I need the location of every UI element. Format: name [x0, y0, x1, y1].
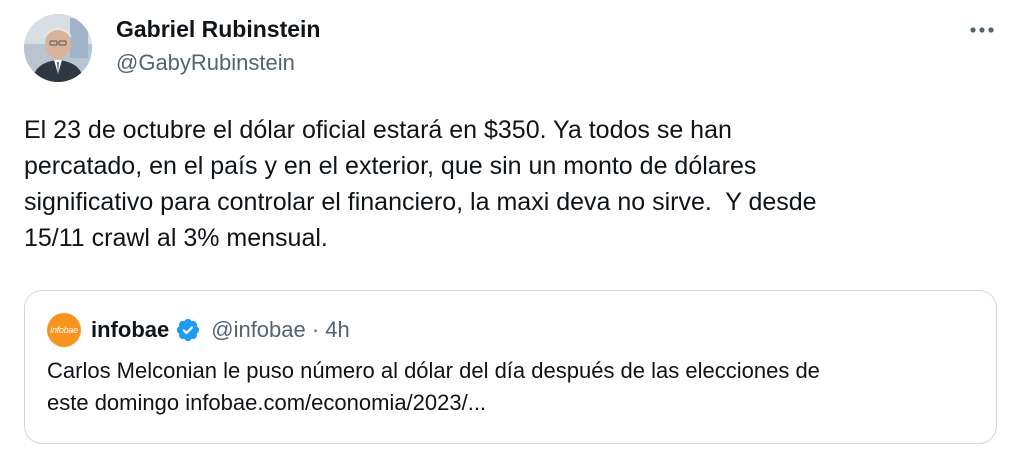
quoted-author-name[interactable]: infobae — [91, 317, 169, 343]
author-avatar[interactable] — [24, 14, 92, 82]
verified-badge-icon — [177, 318, 200, 342]
tweet-text: El 23 de octubre el dólar oficial estará… — [24, 116, 817, 252]
profile-photo-icon — [24, 14, 92, 82]
author-handle[interactable]: @GabyRubinstein — [116, 50, 295, 76]
infobae-logo[interactable]: infobae — [47, 313, 81, 347]
more-options-button[interactable] — [964, 16, 1000, 44]
infobae-logo-text: infobae — [50, 325, 78, 335]
quoted-handle-time[interactable]: @infobae · 4h — [211, 317, 350, 343]
quoted-tweet-header: infobae infobae @infobae · 4h — [47, 313, 350, 347]
quoted-tweet-text: Carlos Melconian le puso número al dólar… — [47, 358, 820, 415]
more-dots-icon — [970, 27, 994, 33]
author-name[interactable]: Gabriel Rubinstein — [116, 16, 320, 43]
quoted-tweet[interactable]: infobae infobae @infobae · 4h Carlos Mel… — [24, 290, 997, 444]
